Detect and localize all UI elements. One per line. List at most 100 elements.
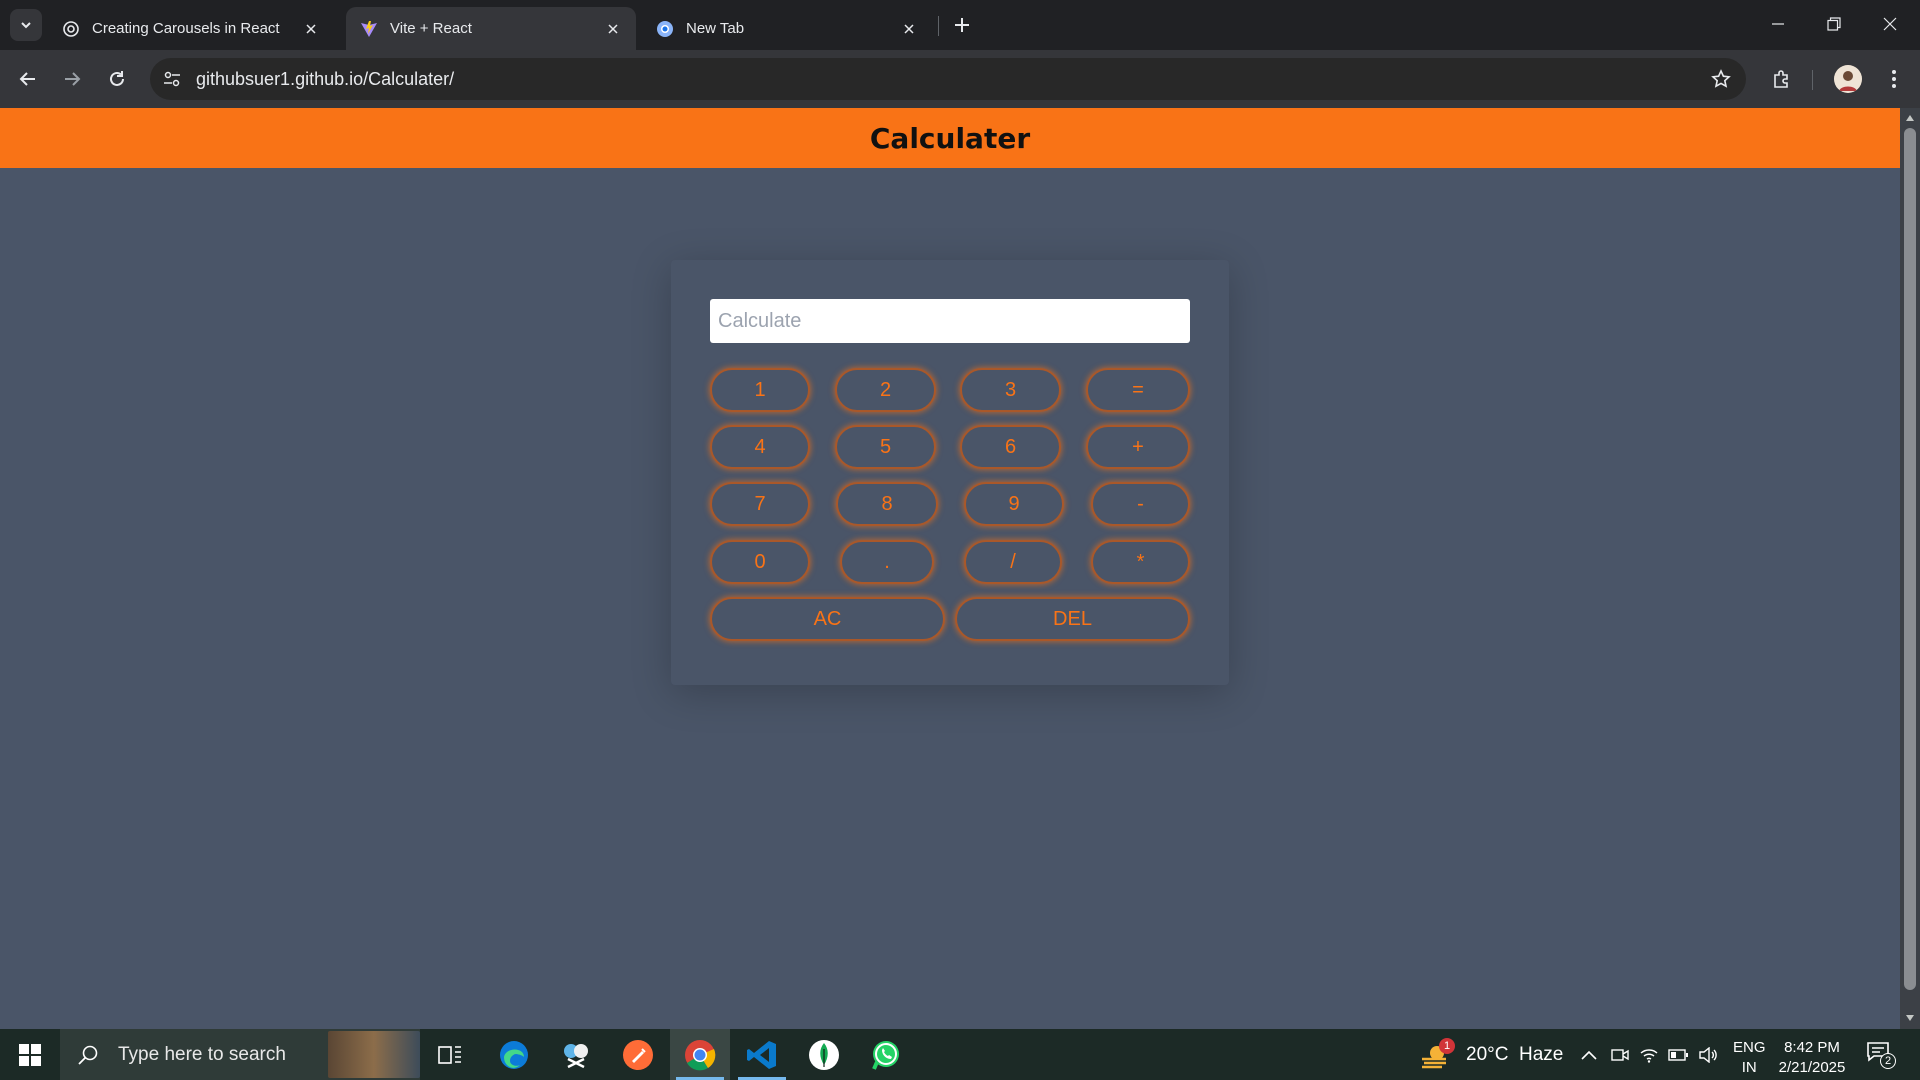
notification-center-button[interactable]: 2 [1866,1041,1896,1069]
reload-icon [110,71,124,86]
key-9[interactable]: 9 [964,482,1064,526]
key-0[interactable]: 0 [710,540,810,584]
scroll-down-icon[interactable] [1904,1012,1916,1024]
postman-icon [623,1039,653,1070]
calculate-input[interactable] [710,299,1190,343]
system-clock[interactable]: 8:42 PM 2/21/2025 [1776,1038,1848,1078]
weather-widget[interactable]: 1 20°C Haze [1420,1029,1563,1080]
chrome-icon [685,1039,716,1070]
key-7[interactable]: 7 [710,482,810,526]
close-icon[interactable] [900,20,918,38]
key-multiply[interactable]: * [1091,540,1190,584]
browser-menu-button[interactable] [1878,63,1910,95]
battery-icon[interactable] [1667,1044,1689,1066]
haze-icon: 1 [1420,1037,1456,1070]
key-8[interactable]: 8 [836,482,938,526]
windows-taskbar: Type here to search 1 20°C Haze ENG IN 8… [0,1029,1920,1080]
search-placeholder: Type here to search [118,1043,286,1065]
scroll-up-icon[interactable] [1904,112,1916,124]
whatsapp-app[interactable] [856,1029,916,1080]
task-view-icon [438,1045,461,1064]
restore-button[interactable] [1806,0,1862,48]
key-4[interactable]: 4 [710,425,810,469]
snipping-tool-app[interactable] [546,1029,606,1080]
browser-toolbar: githubsuer1.github.io/Calculater/ [0,50,1920,108]
minimize-button[interactable] [1750,0,1806,48]
page-scrollbar[interactable] [1900,108,1920,1029]
whatsapp-icon [872,1040,899,1070]
more-vertical-icon [1892,70,1896,88]
language-indicator[interactable]: ENG IN [1733,1038,1766,1078]
search-icon [68,1044,108,1066]
start-button[interactable] [0,1029,60,1080]
wifi-icon[interactable] [1638,1044,1660,1066]
tab-title: New Tab [686,20,745,37]
key-3[interactable]: 3 [960,368,1061,412]
tab-creating-carousels[interactable]: Creating Carousels in React [48,7,334,50]
profile-avatar[interactable] [1834,65,1862,93]
taskbar-search-box[interactable]: Type here to search [60,1029,420,1080]
address-bar[interactable]: githubsuer1.github.io/Calculater/ [150,58,1746,100]
arrow-right-icon [65,72,81,86]
mongodb-icon [809,1039,839,1070]
close-window-button[interactable] [1862,0,1918,48]
show-hidden-icons-button[interactable] [1578,1044,1600,1066]
puzzle-icon [1774,70,1788,88]
reload-button[interactable] [101,63,133,95]
scrollbar-thumb[interactable] [1904,128,1916,990]
key-equals[interactable]: = [1086,368,1190,412]
site-settings-icon[interactable] [160,67,184,91]
key-5[interactable]: 5 [835,425,936,469]
chevron-up-icon [1581,1050,1597,1060]
calculator-card: 1 2 3 = 4 5 6 + 7 8 9 - 0 . / * AC DEL [671,260,1229,685]
key-all-clear[interactable]: AC [710,597,945,641]
key-divide[interactable]: / [964,540,1062,584]
new-tab-button[interactable] [948,11,976,39]
openai-icon [62,20,80,38]
tab-title: Creating Carousels in React [92,20,280,37]
clock-time: 8:42 PM [1784,1039,1840,1056]
extensions-button[interactable] [1766,63,1798,95]
weather-text: 20°C Haze [1466,1043,1564,1065]
vscode-app[interactable] [732,1029,792,1080]
chrome-app[interactable] [670,1029,730,1080]
meet-now-icon[interactable] [1609,1044,1631,1066]
forward-button[interactable] [56,63,88,95]
task-view-button[interactable] [420,1029,480,1080]
app-header: Calculater [0,108,1900,168]
key-6[interactable]: 6 [960,425,1061,469]
volume-icon[interactable] [1697,1044,1719,1066]
bookmark-star-icon[interactable] [1710,68,1732,90]
search-highlight-image[interactable] [328,1031,420,1078]
notification-count-badge: 2 [1880,1053,1896,1069]
windows-logo-icon [19,1043,41,1066]
mongodb-compass-app[interactable] [794,1029,854,1080]
postman-app[interactable] [608,1029,668,1080]
tab-vite-react[interactable]: Vite + React [346,7,636,50]
page-title: Calculater [869,121,1031,155]
vite-icon [360,20,378,38]
close-icon[interactable] [302,20,320,38]
page-content: Calculater 1 2 3 = 4 5 6 + 7 8 9 - 0 . /… [0,108,1920,1029]
plus-icon [955,18,969,32]
key-2[interactable]: 2 [835,368,936,412]
snipping-tool-icon [564,1043,588,1068]
tab-new-tab[interactable]: New Tab [642,7,932,50]
browser-tab-bar: Creating Carousels in React Vite + React… [0,0,1920,50]
chevron-down-icon [21,22,31,29]
region-code: IN [1741,1059,1757,1076]
minimize-icon [1772,23,1784,25]
chrome-newtab-icon [656,20,674,38]
close-icon[interactable] [604,20,622,38]
key-plus[interactable]: + [1086,425,1190,469]
tab-search-button[interactable] [10,9,42,41]
back-button[interactable] [12,63,44,95]
arrow-left-icon [19,72,35,86]
key-delete[interactable]: DEL [955,597,1190,641]
language-code: ENG [1733,1039,1766,1056]
edge-app[interactable] [484,1029,544,1080]
key-1[interactable]: 1 [710,368,810,412]
url-text: githubsuer1.github.io/Calculater/ [196,69,455,89]
key-minus[interactable]: - [1091,482,1190,526]
key-decimal[interactable]: . [840,540,934,584]
